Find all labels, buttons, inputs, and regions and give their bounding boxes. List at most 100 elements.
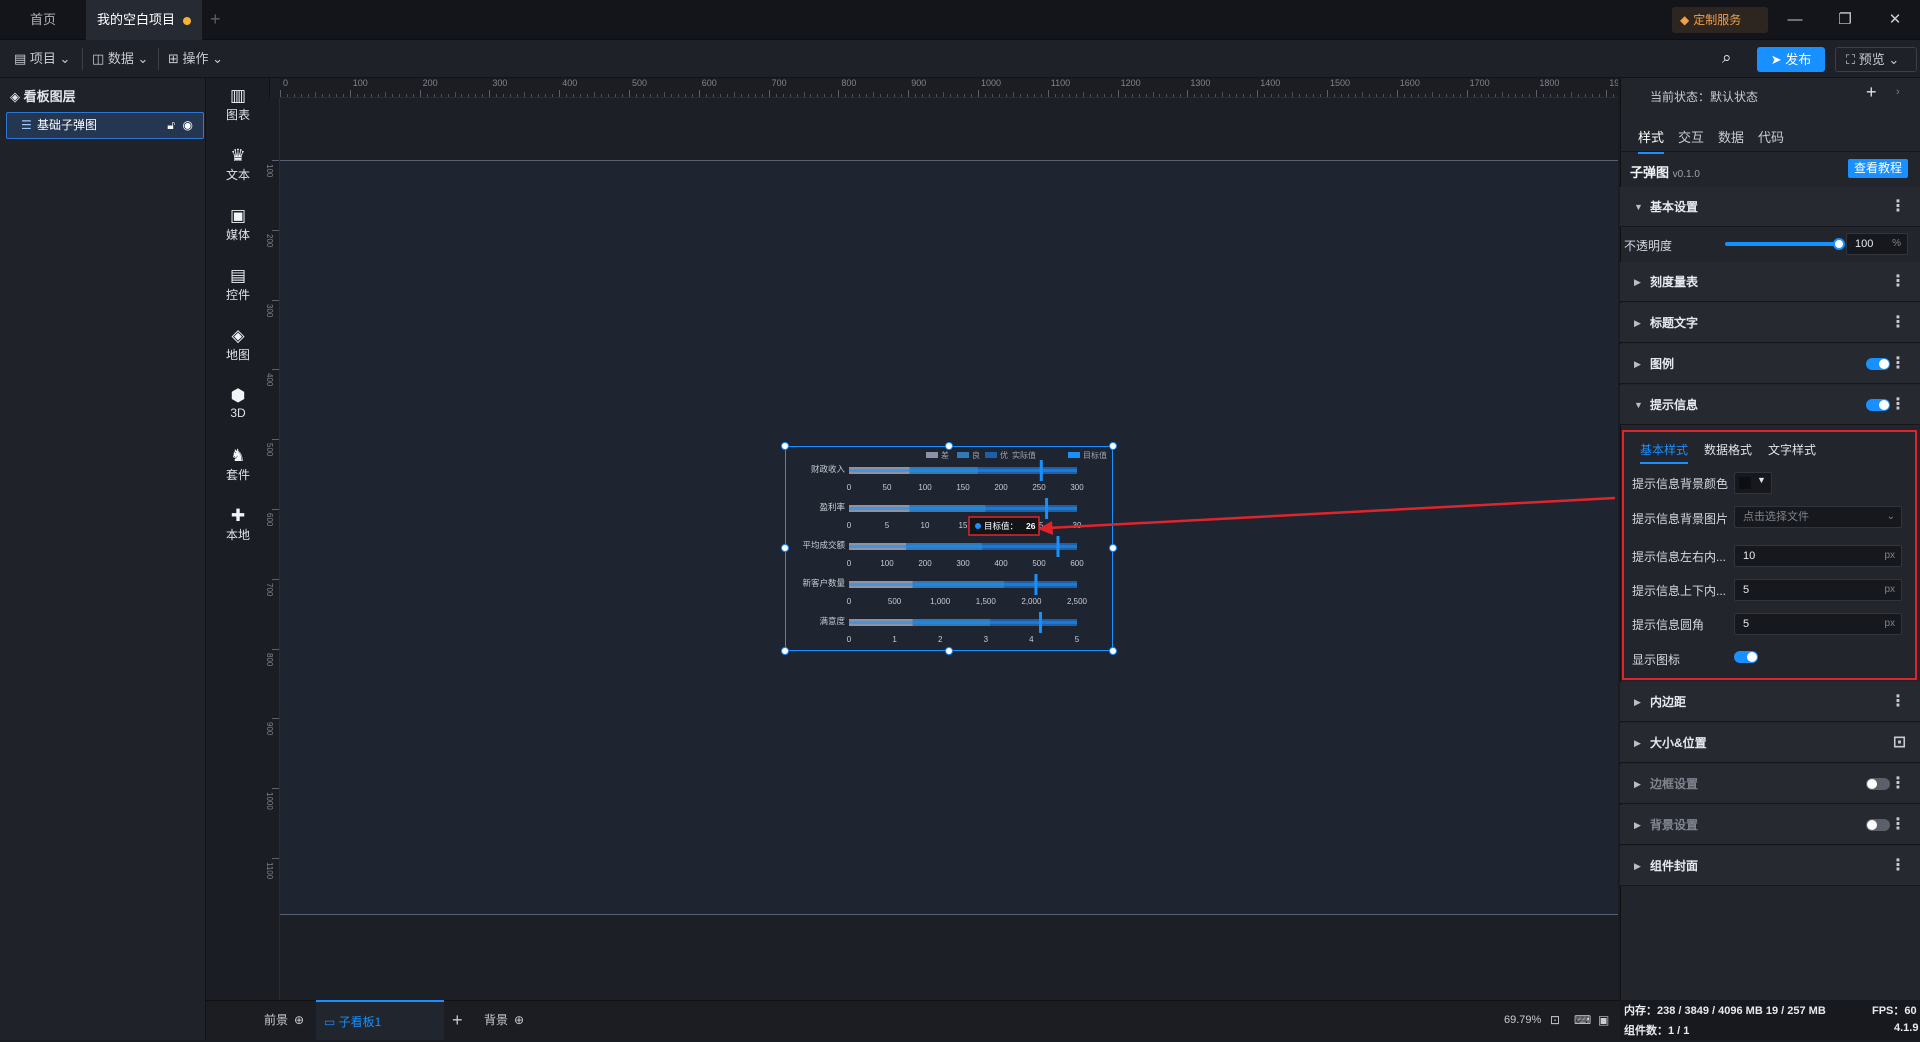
publish-button[interactable]: ➤ 发布 bbox=[1757, 47, 1825, 72]
tb-padding-value: 5 bbox=[1743, 584, 1750, 596]
resize-handle[interactable] bbox=[781, 647, 789, 655]
ruler-tick-label: 1400 bbox=[1260, 78, 1281, 88]
section-toggle[interactable] bbox=[1866, 778, 1890, 790]
ruler-minor-tick bbox=[1110, 94, 1112, 97]
unlock-icon[interactable]: 🔓︎ bbox=[167, 113, 175, 138]
tab-home[interactable]: 首页 bbox=[0, 0, 86, 40]
ruler-minor-tick bbox=[733, 92, 735, 97]
minimize-icon[interactable]: — bbox=[1770, 0, 1820, 40]
custom-service-button[interactable]: ◆ 定制服务 bbox=[1672, 7, 1768, 33]
chevron-right-icon[interactable]: › bbox=[1896, 86, 1900, 98]
slider-thumb[interactable] bbox=[1833, 238, 1845, 250]
add-board-icon[interactable]: + bbox=[452, 1000, 463, 1040]
component-button[interactable]: ♞ 套件 bbox=[206, 446, 270, 483]
more-icon[interactable]: ⋮ bbox=[1890, 682, 1906, 722]
settings-section[interactable]: ▼ 提示信息 ⋮ bbox=[1620, 385, 1920, 425]
tooltip-subtab[interactable]: 基本样式 bbox=[1640, 441, 1689, 464]
resize-handle[interactable] bbox=[781, 442, 789, 450]
tick-label: 200 bbox=[994, 483, 1008, 492]
component-button[interactable]: ◈ 地图 bbox=[206, 326, 270, 363]
add-circle-icon[interactable]: ⊕ bbox=[514, 1013, 524, 1027]
settings-section[interactable]: ▶ 图例 ⋮ bbox=[1620, 344, 1920, 384]
more-icon[interactable]: ⋮ bbox=[1890, 187, 1906, 227]
show-icon-toggle[interactable] bbox=[1734, 651, 1758, 663]
fit-screen-icon[interactable]: ⊡ bbox=[1550, 1000, 1560, 1040]
panel-tab[interactable]: 交互 bbox=[1678, 127, 1704, 146]
more-icon[interactable]: ⋮ bbox=[1890, 805, 1906, 845]
new-tab-plus-icon[interactable]: + bbox=[210, 9, 221, 30]
component-button[interactable]: ▤ 控件 bbox=[206, 266, 270, 303]
settings-section[interactable]: ▶ 标题文字 ⋮ bbox=[1620, 303, 1920, 343]
resize-handle[interactable] bbox=[1109, 442, 1117, 450]
section-toggle[interactable] bbox=[1866, 399, 1890, 411]
tooltip-subtab[interactable]: 数据格式 bbox=[1704, 441, 1752, 458]
more-icon[interactable]: ⋮ bbox=[1890, 303, 1906, 343]
tab-project[interactable]: 我的空白项目 bbox=[86, 0, 202, 40]
keyboard-icon[interactable]: ⌨ bbox=[1574, 1000, 1591, 1040]
resize-handle[interactable] bbox=[1109, 647, 1117, 655]
component-icon: ⬢ bbox=[230, 386, 246, 405]
back-layer-tab[interactable]: 背景 ⊕ bbox=[484, 1000, 524, 1040]
bullet-chart-component[interactable]: 差良优实际值 目标值 财政收入 0 50 100 150 200 250 300 盈利率 0 5 10 15… bbox=[781, 442, 1117, 655]
sub-board-tab[interactable]: ▭ 子看板1 bbox=[316, 1000, 444, 1040]
tooltip-bg-color-picker[interactable]: ▼ bbox=[1734, 472, 1772, 494]
more-icon[interactable]: ⋮ bbox=[1890, 846, 1906, 886]
ruler-minor-tick bbox=[789, 94, 791, 97]
color-swatch bbox=[1739, 477, 1751, 489]
data-menu[interactable]: ◫ 数据 ⌄ bbox=[92, 40, 148, 78]
operation-menu[interactable]: ⊞ 操作 ⌄ bbox=[168, 40, 223, 78]
ruler-minor-tick bbox=[950, 94, 952, 97]
ruler-tick-label: 500 bbox=[265, 443, 274, 457]
opacity-slider[interactable] bbox=[1725, 238, 1845, 250]
settings-section[interactable]: ▶ 组件封面 ⋮ bbox=[1620, 846, 1920, 886]
ruler-minor-tick bbox=[384, 92, 386, 97]
search-icon[interactable]: ⌕ bbox=[1722, 48, 1732, 68]
legend-swatch bbox=[926, 452, 938, 458]
resize-handle[interactable] bbox=[781, 544, 789, 552]
add-circle-icon[interactable]: ⊕ bbox=[294, 1013, 304, 1027]
settings-section[interactable]: ▶ 刻度量表 ⋮ bbox=[1620, 262, 1920, 302]
tutorial-button[interactable]: 查看教程 bbox=[1848, 159, 1908, 178]
settings-section[interactable]: ▶ 内边距 ⋮ bbox=[1620, 682, 1920, 722]
more-icon[interactable]: ⋮ bbox=[1890, 262, 1906, 302]
layer-item-bullet-chart[interactable]: ☰ 基础子弹图 🔓︎ ◉ bbox=[6, 112, 204, 139]
component-button[interactable]: ♛ 文本 bbox=[206, 146, 270, 183]
lock-icon[interactable]: ⊡ bbox=[1893, 723, 1906, 763]
more-icon[interactable]: ⋮ bbox=[1890, 764, 1906, 804]
front-layer-tab[interactable]: 前景 ⊕ bbox=[264, 1000, 304, 1040]
ruler-minor-tick bbox=[1550, 94, 1552, 97]
settings-section[interactable]: ▶ 背景设置 ⋮ bbox=[1620, 805, 1920, 845]
more-icon[interactable]: ⋮ bbox=[1890, 385, 1906, 425]
tooltip-bg-image-select[interactable]: 点击选择文件 ⌄ bbox=[1734, 506, 1902, 528]
project-menu[interactable]: ▤ 项目 ⌄ bbox=[14, 40, 70, 78]
panel-tab[interactable]: 数据 bbox=[1718, 127, 1744, 146]
eye-icon[interactable]: ◉ bbox=[183, 113, 193, 138]
zoom-level[interactable]: 69.79% bbox=[1504, 1000, 1541, 1040]
component-button[interactable]: ✚ 本地 bbox=[206, 506, 270, 543]
tooltip-tb-padding-input[interactable]: 5 px bbox=[1734, 579, 1902, 601]
component-button[interactable]: ⬢ 3D bbox=[206, 386, 270, 420]
settings-section[interactable]: ▶ 大小&位置 ⊡ bbox=[1620, 723, 1920, 763]
component-button[interactable]: ▣ 媒体 bbox=[206, 206, 270, 243]
panel-tab[interactable]: 代码 bbox=[1758, 127, 1784, 146]
add-state-icon[interactable]: + bbox=[1866, 82, 1877, 103]
ruler-tick bbox=[1257, 90, 1259, 97]
resize-handle[interactable] bbox=[945, 647, 953, 655]
resize-handle[interactable] bbox=[945, 442, 953, 450]
section-toggle[interactable] bbox=[1866, 819, 1890, 831]
more-icon[interactable]: ⋮ bbox=[1890, 344, 1906, 384]
restore-icon[interactable]: ❐ bbox=[1820, 0, 1870, 40]
close-icon[interactable]: ✕ bbox=[1870, 0, 1920, 40]
section-toggle[interactable] bbox=[1866, 358, 1890, 370]
terminal-icon[interactable]: ▣ bbox=[1598, 1000, 1609, 1040]
preview-button[interactable]: ⛶ 预览 ⌄ bbox=[1835, 47, 1917, 72]
resize-handle[interactable] bbox=[1109, 544, 1117, 552]
tooltip-radius-input[interactable]: 5 px bbox=[1734, 613, 1902, 635]
section-basic-settings[interactable]: ▼ 基本设置 ⋮ bbox=[1620, 187, 1920, 227]
tooltip-subtab[interactable]: 文字样式 bbox=[1768, 441, 1816, 458]
panel-tab[interactable]: 样式 bbox=[1638, 127, 1665, 154]
settings-section[interactable]: ▶ 边框设置 ⋮ bbox=[1620, 764, 1920, 804]
component-button[interactable]: ▥ 图表 bbox=[206, 86, 270, 123]
tooltip-lr-padding-input[interactable]: 10 px bbox=[1734, 545, 1902, 567]
opacity-input[interactable]: 100% bbox=[1846, 233, 1908, 255]
